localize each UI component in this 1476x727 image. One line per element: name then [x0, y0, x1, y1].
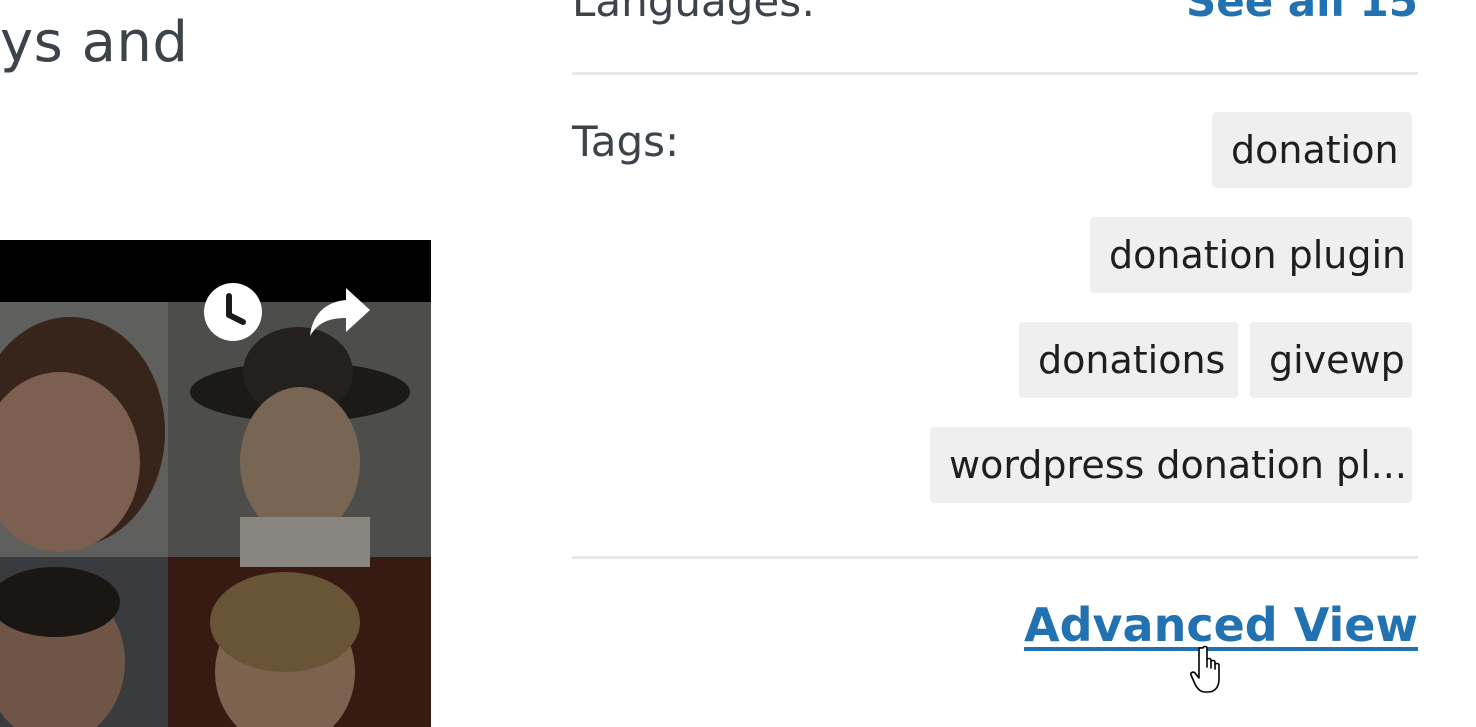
tag-donation-plugin[interactable]: donation plugin — [1090, 217, 1412, 293]
tag-donation[interactable]: donation — [1212, 112, 1412, 188]
languages-label: Languages: — [572, 0, 816, 26]
hand-pointer-cursor-icon — [1190, 645, 1220, 693]
clock-icon[interactable] — [203, 282, 263, 342]
plugin-page: ys and Languages: See all 15 Tags: donat… — [0, 0, 1476, 727]
tag-givewp[interactable]: givewp — [1250, 322, 1412, 398]
plugin-description-fragment: ys and — [0, 10, 189, 75]
plugin-meta-panel: Languages: See all 15 Tags: donation don… — [572, 0, 1418, 727]
advanced-view-link[interactable]: Advanced View — [1024, 598, 1418, 652]
tag-donations[interactable]: donations — [1019, 322, 1238, 398]
divider — [572, 556, 1418, 559]
see-all-languages-link[interactable]: See all 15 — [1186, 0, 1418, 26]
video-thumbnail[interactable] — [0, 240, 431, 727]
divider — [572, 72, 1418, 75]
tag-wordpress-donation-plugin[interactable]: wordpress donation pl... — [930, 427, 1412, 503]
share-icon[interactable] — [308, 284, 372, 340]
tags-label: Tags: — [572, 117, 680, 166]
